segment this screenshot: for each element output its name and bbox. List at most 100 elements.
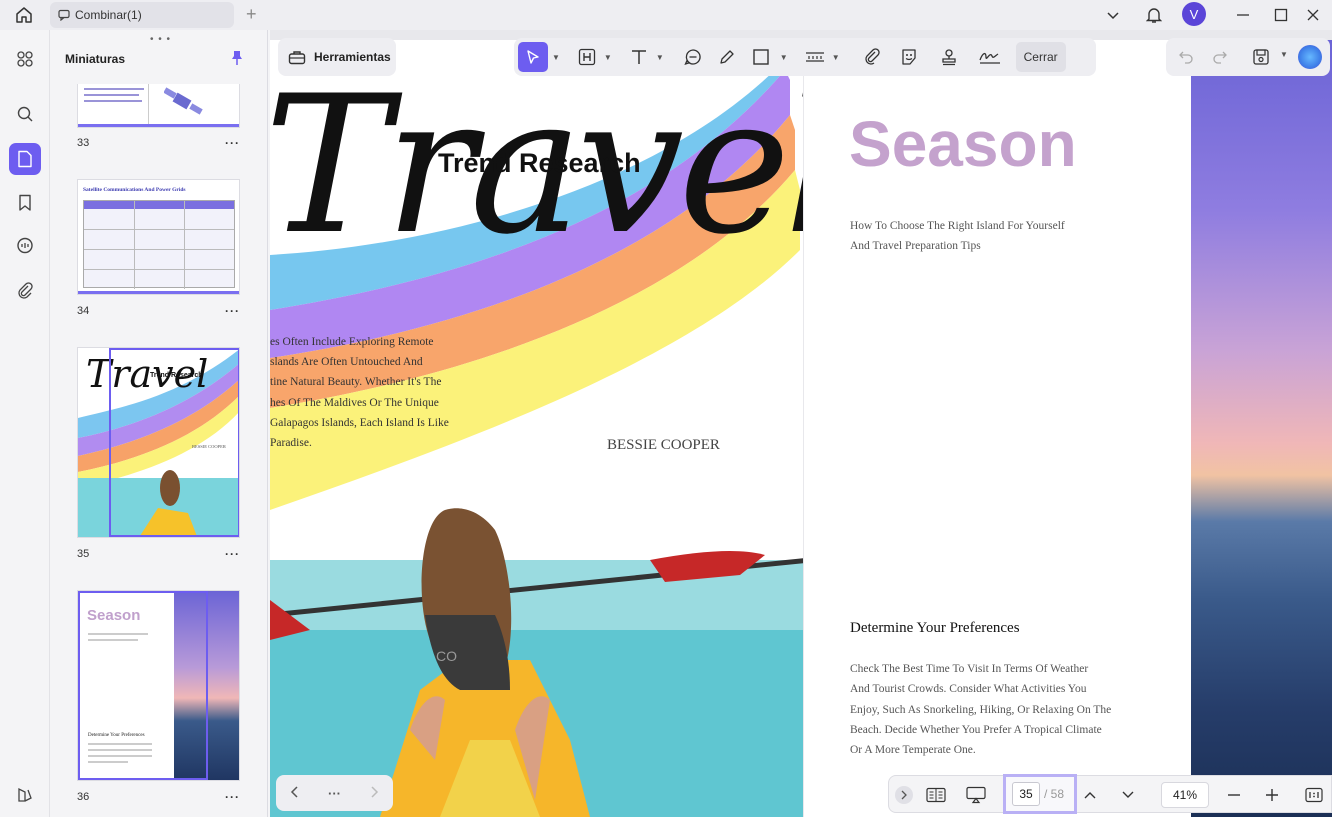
collapse-icon[interactable] [895,786,913,804]
pencil-icon [720,50,734,64]
comments-icon[interactable] [9,230,41,262]
chevron-down-icon[interactable] [1102,3,1124,27]
sunset-photo [1191,40,1332,817]
chevron-down-icon[interactable]: ▼ [832,53,840,62]
chevron-down-icon[interactable] [1117,784,1139,806]
next-page-icon[interactable] [369,785,379,802]
page-input[interactable]: 35 [1012,782,1040,806]
pen-tool-button[interactable] [710,42,744,72]
subtitle: Trend Research [438,148,641,178]
section-text: Check The Best Time To Visit In Terms Of… [850,659,1111,760]
apps-icon[interactable] [9,43,41,75]
actual-size-icon[interactable] [1303,784,1325,806]
page-total: / 58 [1044,787,1065,801]
redo-icon[interactable] [1212,48,1228,69]
page-indicator: 35 / 58 [1003,774,1077,814]
sticker-icon [901,49,916,65]
ruler-icon [805,52,824,62]
text-icon [631,50,646,64]
layers-icon[interactable] [9,779,41,811]
section-line: Beach. Decide Whether You Prefer A Tropi… [850,723,1102,736]
ai-assistant-icon[interactable] [1298,45,1322,69]
home-icon[interactable] [10,4,38,26]
section-line: Or A More Temperate One. [850,744,976,757]
page-layout-icon[interactable] [925,784,947,806]
search-icon[interactable] [9,98,41,130]
more-options-button[interactable]: ··· [328,786,341,801]
chevron-down-icon[interactable]: ▼ [1280,50,1288,59]
document-tab[interactable]: Combinar(1) [50,2,234,28]
tab-label: Combinar(1) [75,8,142,22]
shape-tool-button[interactable] [746,42,776,72]
page-number: 36 [77,791,90,803]
signature-tool-button[interactable] [970,42,1010,72]
panel-title: Miniaturas [65,52,126,66]
maximize-icon[interactable] [1270,3,1292,27]
season-title: Season [849,108,1077,180]
body-line: Paradise. [270,437,312,450]
drag-handle[interactable]: • • • [150,34,171,45]
body-line: tine Natural Beauty. Whether It's The [270,376,442,389]
body-line: es Often Include Exploring Remote [270,336,434,348]
zoom-out-icon[interactable] [1223,784,1245,806]
close-icon[interactable] [1302,3,1324,27]
attach-tool-button[interactable] [856,42,888,72]
zoom-level[interactable]: 41% [1161,782,1209,808]
sticker-tool-button[interactable] [890,42,928,72]
chevron-down-icon[interactable]: ▼ [780,53,788,62]
attachment-icon[interactable] [9,275,41,307]
chevron-down-icon[interactable]: ▼ [656,53,664,62]
close-toolbar-button[interactable]: Cerrar [1015,42,1066,72]
comment-tool-button[interactable] [678,42,708,72]
stamp-tool-button[interactable] [930,42,968,72]
new-tab-button[interactable]: + [246,5,257,23]
page-number: 34 [77,305,90,317]
bookmark-icon[interactable] [9,187,41,219]
zoom-bar: 35 / 58 41% [888,774,1332,814]
thumbnail-page[interactable]: Season Determine Your Preferences [77,590,240,781]
select-tool-button[interactable] [518,42,548,72]
cursor-icon [527,50,539,64]
save-icon[interactable] [1252,48,1270,71]
more-icon[interactable]: ··· [225,304,240,318]
document-viewer: Travel Trend Research es Often Include E… [270,30,1332,817]
intro-text: How To Choose The Right Island For Yours… [850,216,1065,256]
kayak-letters: CO [436,648,457,664]
thumbnail-page-current[interactable]: Travel Trend Research BESSIE COOPER [77,347,240,538]
toolbox-icon [288,51,306,65]
pin-icon[interactable] [230,50,244,71]
annotation-toolbar: ▼ ▼ ▼ ▼ ▼ Cerrar [514,38,1096,76]
page-number: 35 [77,548,90,560]
section-line: And Tourist Crowds. Consider What Activi… [850,683,1087,696]
left-rail [0,30,50,817]
chevron-up-icon[interactable] [1079,784,1101,806]
more-icon[interactable]: ··· [225,547,240,561]
minimize-icon[interactable] [1232,3,1254,27]
prev-page-icon[interactable] [290,785,300,802]
bell-icon[interactable] [1143,3,1165,27]
intro-line: How To Choose The Right Island For Yours… [850,220,1065,232]
measure-tool-button[interactable] [802,42,828,72]
presentation-icon[interactable] [965,784,987,806]
signature-icon [979,52,1000,64]
body-line: Galapagos Islands, Each Island Is Like [270,416,449,429]
chevron-down-icon[interactable]: ▼ [604,53,612,62]
highlight-tool-button[interactable] [574,42,600,72]
more-icon[interactable]: ··· [225,790,240,804]
tools-button[interactable]: Herramientas [278,38,396,76]
body-text: es Often Include Exploring Remote slands… [270,332,470,453]
history-toolbar: ▼ [1166,38,1330,76]
pages-icon[interactable] [9,143,41,175]
undo-icon[interactable] [1178,48,1194,69]
thumbnail-page[interactable]: Satellite Communications And Power Grids [77,179,240,295]
thumbnail-page[interactable] [77,84,240,128]
text-tool-button[interactable] [626,42,652,72]
chevron-down-icon[interactable]: ▼ [552,53,560,62]
avatar[interactable]: V [1182,2,1206,26]
section-heading: Determine Your Preferences [850,620,1020,636]
title-bar: Combinar(1) + V [0,0,1332,30]
page-36: Season How To Choose The Right Island Fo… [804,40,1192,817]
zoom-in-icon[interactable] [1261,784,1283,806]
tools-label: Herramientas [314,50,391,64]
more-icon[interactable]: ··· [225,136,240,150]
